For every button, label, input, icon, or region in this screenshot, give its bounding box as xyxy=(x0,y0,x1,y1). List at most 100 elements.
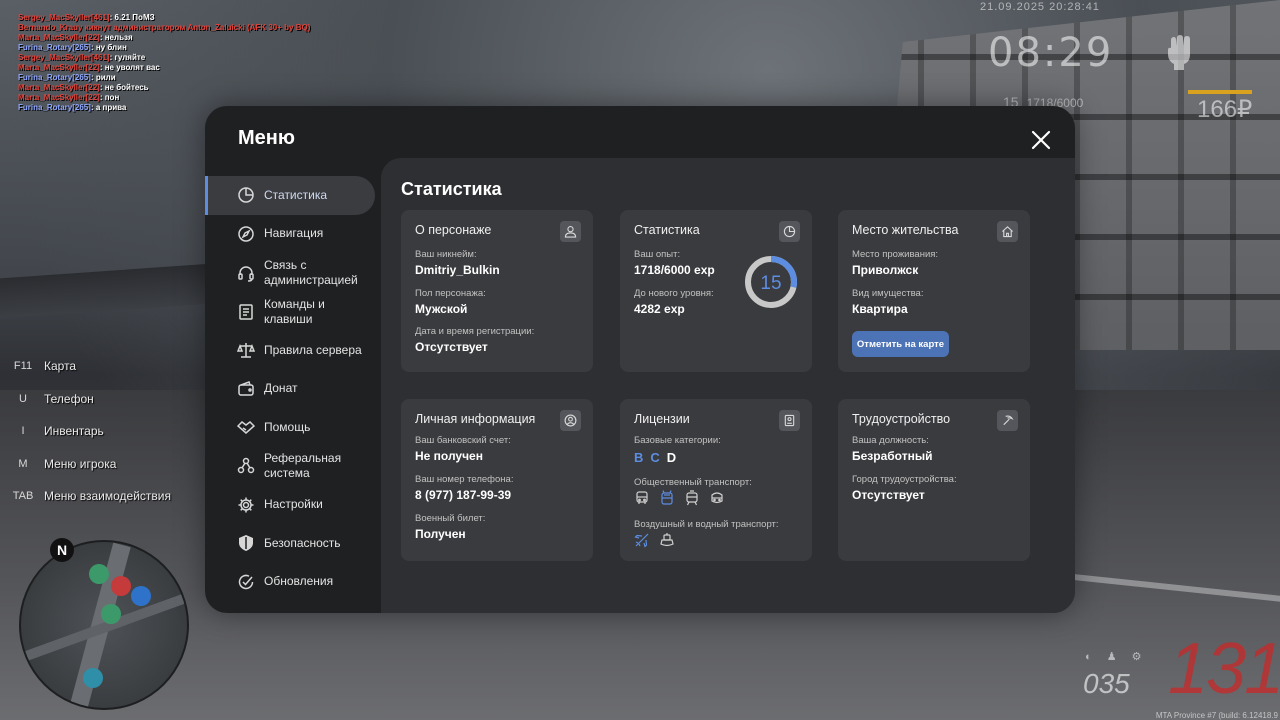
card-title: Лицензии xyxy=(634,412,690,426)
pie-chart-icon[interactable] xyxy=(779,221,800,242)
keybind-item: U Телефон xyxy=(19,391,94,406)
sidebar-item-rules[interactable]: Правила сервера xyxy=(205,331,375,370)
user-circle-icon[interactable] xyxy=(560,410,581,431)
sidebar-item-donate[interactable]: Донат xyxy=(205,370,375,409)
minimap-blip-icon xyxy=(101,604,121,624)
card-title: О персонаже xyxy=(415,223,492,237)
sidebar-item-stats[interactable]: Статистика xyxy=(205,176,375,215)
keybind-item: TAB Меню взаимодействия xyxy=(12,489,171,504)
chat-line: Marta_MacSkyller[22]: нельзя xyxy=(18,33,133,42)
boat-icon xyxy=(659,532,675,548)
place-value: Приволжск xyxy=(852,263,919,277)
bus-icon xyxy=(634,490,650,506)
main-menu: Меню Статистика Навигация Связь с админи… xyxy=(205,106,1075,613)
home-icon[interactable] xyxy=(997,221,1018,242)
license-category-d: D xyxy=(666,450,677,465)
hud-clock: 08:29 xyxy=(988,30,1114,76)
sidebar-item-navigation[interactable]: Навигация xyxy=(205,215,375,254)
public-transport-licenses xyxy=(634,490,725,506)
gender-value: Мужской xyxy=(415,302,468,316)
wallet-icon xyxy=(237,380,255,398)
registration-value: Отсутствует xyxy=(415,340,488,354)
card-title: Место жительства xyxy=(852,223,959,237)
hud-money: 166₽ xyxy=(1197,96,1253,123)
next-level-value: 4282 exp xyxy=(634,302,685,316)
keybind-list: F11 Карта U Телефон I Инвентарь M Меню игрок… xyxy=(10,350,171,513)
sidebar-item-security[interactable]: Безопасность xyxy=(205,524,375,563)
exp-value: 1718/6000 exp xyxy=(634,263,715,277)
plane-icon xyxy=(634,532,650,548)
military-value: Получен xyxy=(415,527,466,541)
sidebar-item-help[interactable]: Помощь xyxy=(205,408,375,447)
property-value: Квартира xyxy=(852,302,908,316)
chat-line: Bernando_Krauy кикнут администратором An… xyxy=(18,23,311,32)
pickaxe-icon[interactable] xyxy=(997,410,1018,431)
check-circle-icon xyxy=(237,573,255,591)
sidebar-item-referral[interactable]: Реферальная система xyxy=(205,447,375,486)
card-job: Трудоустройство Ваша должность: Безработ… xyxy=(838,399,1030,561)
hud-datetime: 21.09.2025 20:28:41 xyxy=(980,1,1100,13)
handshake-icon xyxy=(236,418,256,436)
job-city-value: Отсутствует xyxy=(852,488,925,502)
metro-icon xyxy=(709,490,725,506)
sidebar-item-admin[interactable]: Связь с администрацией xyxy=(205,253,375,292)
scales-icon xyxy=(236,341,256,359)
chat-line: Sergey_MacSkyller[461]: гуляйте xyxy=(18,53,146,62)
chat-line: Marta_MacSkyller[22]: не бойтесь xyxy=(18,83,149,92)
shield-icon xyxy=(237,534,255,552)
chat-line: Sergey_MacSkyller[461]: 6.21 ПоМЗ xyxy=(18,13,155,22)
position-value: Безработный xyxy=(852,449,933,463)
chat-line: Marta_MacSkyller[22]: не уволят вас xyxy=(18,63,160,72)
background-bridge xyxy=(0,261,240,319)
user-icon[interactable] xyxy=(560,221,581,242)
card-title: Трудоустройство xyxy=(852,412,951,426)
card-personal: Личная информация Ваш банковский счет: Н… xyxy=(401,399,593,561)
compass-north-icon: N xyxy=(50,538,74,562)
tram-icon xyxy=(684,490,700,506)
sidebar-item-commands[interactable]: Команды и клавиши xyxy=(205,292,375,331)
keybind-item: F11 Карта xyxy=(13,359,77,374)
minimap-blip-icon xyxy=(131,586,151,606)
compass-icon xyxy=(237,225,255,243)
network-icon xyxy=(237,457,255,475)
card-title: Личная информация xyxy=(415,412,536,426)
air-water-licenses xyxy=(634,532,675,548)
card-stats: Статистика Ваш опыт: 1718/6000 exp До но… xyxy=(620,210,812,372)
license-category-b: B xyxy=(634,450,644,465)
minimap-blip-icon xyxy=(111,576,131,596)
phone-value: 8 (977) 187-99-39 xyxy=(415,488,512,502)
keybind-item: I Инвентарь xyxy=(21,424,104,439)
content-panel: Статистика О персонаже Ваш никнейм: Dmit… xyxy=(381,158,1075,613)
menu-title: Меню xyxy=(238,127,295,149)
fist-icon xyxy=(1166,34,1194,70)
bank-value: Не получен xyxy=(415,449,483,463)
id-card-icon[interactable] xyxy=(779,410,800,431)
chat-line: Furina_Rotary[265]: рили xyxy=(18,73,116,82)
menu-sidebar: Статистика Навигация Связь с администрац… xyxy=(205,176,375,601)
trolleybus-icon xyxy=(659,490,675,506)
card-licenses: Лицензии Базовые категории: BCD Обществе… xyxy=(620,399,812,561)
fuel-readout: 035 xyxy=(1083,668,1130,699)
minimap-blip-icon xyxy=(89,564,109,584)
chat-line: Marta_MacSkyller[22]: пон xyxy=(18,93,120,102)
hud-health-bar xyxy=(1188,90,1252,94)
build-info: MTA Province #7 (build: 6.12418.9 xyxy=(1155,711,1278,720)
headset-icon xyxy=(237,264,255,282)
keybind-item: M Меню игрока xyxy=(18,456,117,471)
card-character: О персонаже Ваш никнейм: Dmitriy_Bulkin … xyxy=(401,210,593,372)
vehicle-status-icons: ◐ ♟ ⚙ xyxy=(1085,651,1148,663)
document-icon xyxy=(237,303,255,321)
minimap-blip-icon xyxy=(83,668,103,688)
minimap xyxy=(19,540,189,710)
level-progress-ring: 15 xyxy=(744,255,798,309)
speed-readout: 131 xyxy=(1168,629,1280,709)
sidebar-item-settings[interactable]: Настройки xyxy=(205,486,375,525)
sidebar-item-updates[interactable]: Обновления xyxy=(205,563,375,602)
license-categories: BCD xyxy=(634,450,683,465)
mark-on-map-button[interactable]: Отметить на карте xyxy=(852,331,949,357)
pie-chart-icon xyxy=(237,186,255,204)
chat-line: Furina_Rotary[265]: ну блин xyxy=(18,43,127,52)
card-title: Статистика xyxy=(634,223,700,237)
license-category-c: C xyxy=(650,450,660,465)
close-icon[interactable] xyxy=(1030,129,1052,151)
